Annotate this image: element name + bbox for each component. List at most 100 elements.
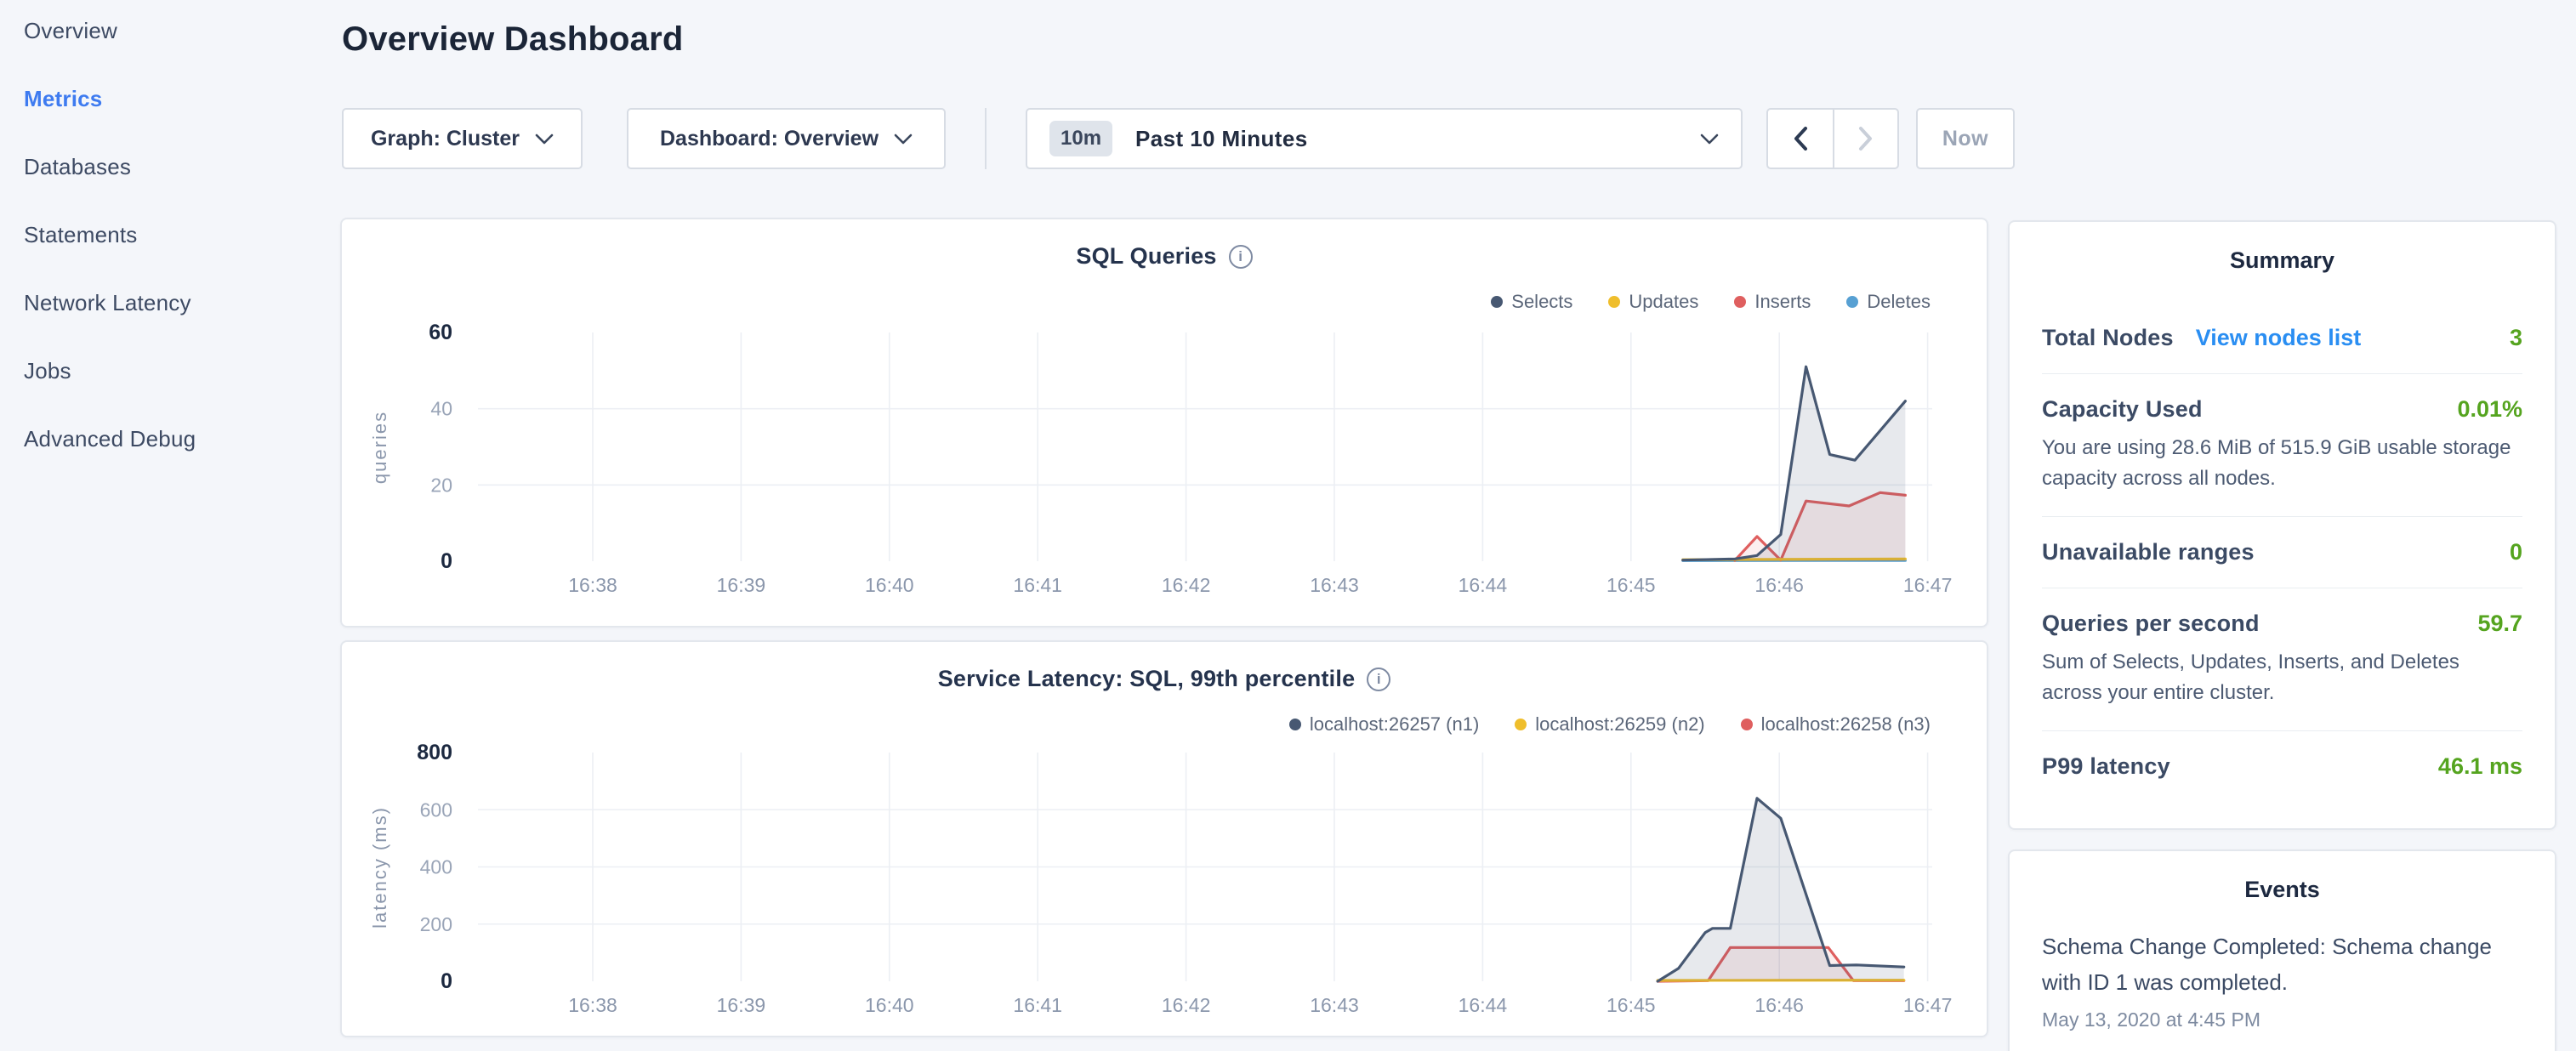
summary-row-value: 0.01% xyxy=(2457,396,2522,423)
x-tick-label: 16:47 xyxy=(1903,994,1953,1016)
summary-row-label: Total Nodes xyxy=(2042,325,2174,351)
legend-item[interactable]: Updates xyxy=(1608,291,1698,313)
sql-queries-chart-card: SQL Queries Selects Updates Inserts Deletes… xyxy=(340,218,1988,628)
db-console-page: OverviewMetricsDatabasesStatementsNetwor… xyxy=(0,0,2576,1051)
legend-dot-icon xyxy=(1515,719,1527,730)
summary-row-value: 46.1 ms xyxy=(2438,753,2522,780)
toolbar: Graph: Cluster Dashboard: Overview 10m P… xyxy=(342,108,2015,169)
sidebar-item-databases[interactable]: Databases xyxy=(0,133,340,201)
time-range-dropdown[interactable]: 10m Past 10 Minutes xyxy=(1026,108,1743,169)
chart-title-row: Service Latency: SQL, 99th percentile xyxy=(342,666,1987,692)
time-forward-button[interactable] xyxy=(1833,110,1897,168)
summary-rows: Total Nodes View nodes list 3 Capacity Used… xyxy=(2042,303,2522,802)
y-tick-label: 600 xyxy=(420,798,452,821)
legend-dot-icon xyxy=(1734,296,1746,308)
summary-row-label: Queries per second xyxy=(2042,611,2260,637)
y-axis-title: latency (ms) xyxy=(369,806,390,929)
legend-item[interactable]: Deletes xyxy=(1846,291,1931,313)
dashboard-dropdown[interactable]: Dashboard: Overview xyxy=(627,108,946,169)
x-tick-label: 16:39 xyxy=(717,994,766,1016)
chart-legend: localhost:26257 (n1) localhost:26259 (n2)… xyxy=(1289,713,1931,736)
now-button[interactable]: Now xyxy=(1916,108,2015,169)
sidebar-item-network-latency[interactable]: Network Latency xyxy=(0,269,340,337)
event-text: Schema Change Completed: Schema change w… xyxy=(2042,929,2522,1000)
events-title: Events xyxy=(2042,877,2522,903)
x-tick-label: 16:41 xyxy=(1013,574,1062,596)
chart-legend: Selects Updates Inserts Deletes xyxy=(1491,291,1931,313)
summary-row-label: Capacity Used xyxy=(2042,396,2203,423)
graph-dropdown-label: Graph: Cluster xyxy=(371,127,520,151)
sql-queries-plot: 16:3816:3916:4016:4116:4216:4316:4416:45… xyxy=(342,321,1990,602)
summary-row-label: P99 latency xyxy=(2042,753,2170,780)
chart-title-row: SQL Queries xyxy=(342,243,1987,270)
summary-row-value: 59.7 xyxy=(2477,611,2522,637)
x-tick-label: 16:44 xyxy=(1459,994,1508,1016)
summary-row-description: Sum of Selects, Updates, Inserts, and De… xyxy=(2042,647,2522,708)
chevron-down-icon xyxy=(1700,134,1719,145)
graph-dropdown[interactable]: Graph: Cluster xyxy=(342,108,583,169)
legend-item[interactable]: Inserts xyxy=(1734,291,1811,313)
legend-dot-icon xyxy=(1846,296,1858,308)
y-tick-label: 40 xyxy=(430,398,452,420)
event-timestamp: May 13, 2020 at 4:45 PM xyxy=(2042,1008,2522,1031)
time-range-badge: 10m xyxy=(1049,121,1112,156)
x-tick-label: 16:43 xyxy=(1310,574,1359,596)
events-panel: Events Schema Change Completed: Schema c… xyxy=(2008,849,2556,1051)
view-nodes-list-link[interactable]: View nodes list xyxy=(2196,325,2362,351)
sidebar-item-advanced-debug[interactable]: Advanced Debug xyxy=(0,405,340,473)
y-tick-label: 60 xyxy=(429,321,452,344)
toolbar-divider xyxy=(985,108,987,169)
series-area-Selects xyxy=(1683,366,1906,561)
sidebar-item-overview[interactable]: Overview xyxy=(0,0,340,65)
time-back-button[interactable] xyxy=(1768,110,1833,168)
y-tick-label: 0 xyxy=(441,969,452,993)
sidebar-item-statements[interactable]: Statements xyxy=(0,201,340,269)
sidebar-item-jobs[interactable]: Jobs xyxy=(0,337,340,405)
x-tick-label: 16:45 xyxy=(1606,994,1656,1016)
summary-row: Capacity Used 0.01% You are using 28.6 MiB… xyxy=(2042,373,2522,516)
events-list: Schema Change Completed: Schema change w… xyxy=(2042,929,2522,1031)
legend-item[interactable]: localhost:26257 (n1) xyxy=(1289,713,1479,736)
x-tick-label: 16:41 xyxy=(1013,994,1062,1016)
event-item[interactable]: Schema Change Completed: Schema change w… xyxy=(2042,929,2522,1031)
summary-row: P99 latency 46.1 ms xyxy=(2042,730,2522,802)
legend-label: Inserts xyxy=(1754,291,1811,313)
chart-title: SQL Queries xyxy=(1076,243,1216,270)
dashboard-dropdown-label: Dashboard: Overview xyxy=(660,127,879,151)
summary-title: Summary xyxy=(2042,247,2522,274)
legend-label: localhost:26259 (n2) xyxy=(1535,713,1704,736)
summary-row: Queries per second 59.7 Sum of Selects, Up… xyxy=(2042,588,2522,730)
legend-dot-icon xyxy=(1289,719,1301,730)
x-tick-label: 16:40 xyxy=(865,994,914,1016)
x-tick-label: 16:40 xyxy=(865,574,914,596)
x-tick-label: 16:38 xyxy=(568,994,617,1016)
chevron-down-icon xyxy=(894,134,913,145)
chevron-right-icon xyxy=(1858,126,1874,151)
x-tick-label: 16:46 xyxy=(1754,994,1804,1016)
x-tick-label: 16:39 xyxy=(717,574,766,596)
chevron-left-icon xyxy=(1793,126,1808,151)
legend-item[interactable]: localhost:26259 (n2) xyxy=(1515,713,1704,736)
summary-row-description: You are using 28.6 MiB of 515.9 GiB usab… xyxy=(2042,433,2522,494)
legend-dot-icon xyxy=(1608,296,1620,308)
legend-label: Updates xyxy=(1629,291,1698,313)
x-tick-label: 16:42 xyxy=(1162,574,1211,596)
x-tick-label: 16:46 xyxy=(1754,574,1804,596)
summary-row: Total Nodes View nodes list 3 xyxy=(2042,303,2522,373)
info-icon[interactable] xyxy=(1367,668,1390,691)
legend-item[interactable]: Selects xyxy=(1491,291,1572,313)
time-pager xyxy=(1766,108,1899,169)
summary-row-label: Unavailable ranges xyxy=(2042,539,2255,565)
summary-row-value: 3 xyxy=(2510,325,2522,351)
time-range-label: Past 10 Minutes xyxy=(1135,126,1308,152)
page-title: Overview Dashboard xyxy=(342,20,684,59)
legend-dot-icon xyxy=(1491,296,1503,308)
chevron-down-icon xyxy=(535,134,554,145)
info-icon[interactable] xyxy=(1229,245,1253,269)
summary-panel: Summary Total Nodes View nodes list 3 Capac… xyxy=(2008,220,2556,830)
y-tick-label: 400 xyxy=(420,856,452,878)
chart-title: Service Latency: SQL, 99th percentile xyxy=(938,666,1356,692)
sidebar-item-metrics[interactable]: Metrics xyxy=(0,65,340,133)
legend-item[interactable]: localhost:26258 (n3) xyxy=(1741,713,1931,736)
sidebar: OverviewMetricsDatabasesStatementsNetwor… xyxy=(0,0,340,473)
